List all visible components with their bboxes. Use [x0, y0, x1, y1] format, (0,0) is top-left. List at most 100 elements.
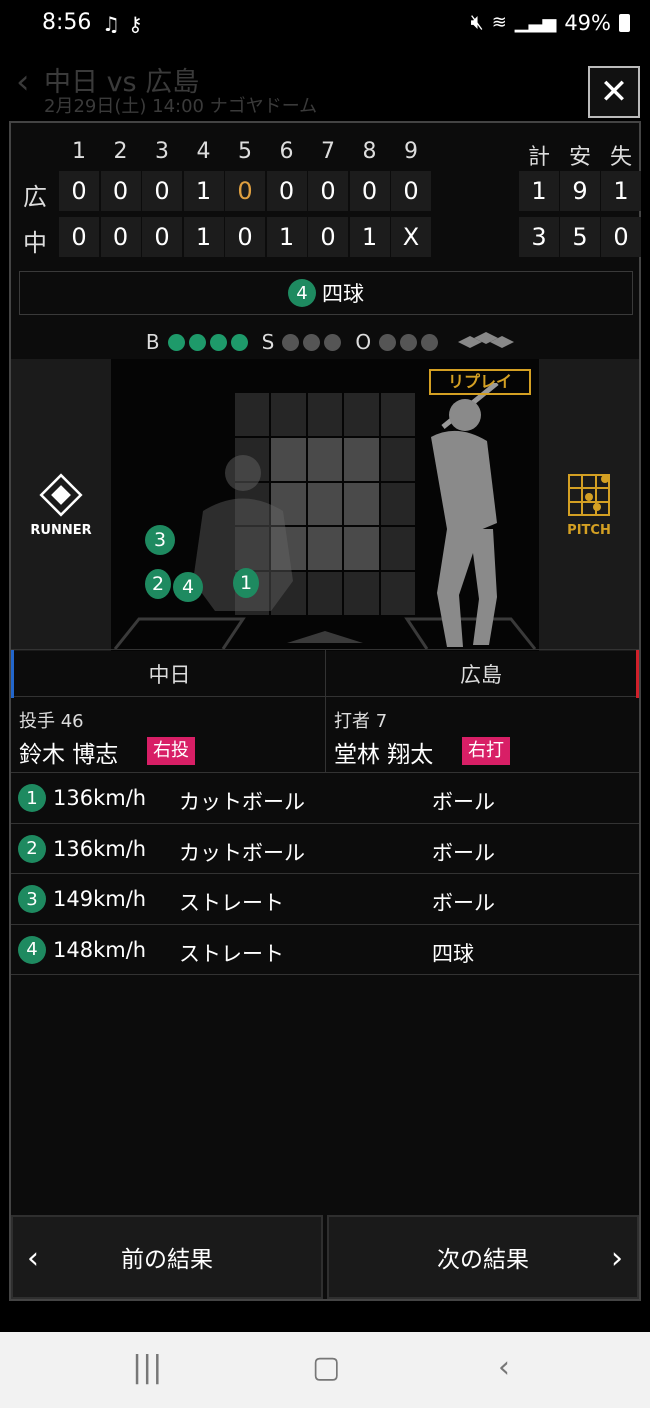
back-icon[interactable]: ‹ [498, 1350, 510, 1385]
count-dot [230, 333, 248, 351]
totals-header: 計 [527, 145, 550, 170]
prev-result-label: 前の結果 [121, 1247, 213, 1273]
pitch-label: PITCH [567, 523, 611, 538]
status-time: 8:56 [42, 10, 92, 35]
key-icon: ⚷ [128, 12, 143, 36]
replay-button[interactable]: リプレイ [429, 369, 531, 395]
pitcher-info: 投手 46 鈴木 博志 右投 [11, 697, 325, 773]
mute-icon: 🔇︎ [470, 10, 484, 34]
zone-cell [380, 482, 415, 526]
matchup: 投手 46 鈴木 博志 右投 打者 7 堂林 翔太 右打 [11, 697, 639, 773]
count-dot [379, 333, 397, 351]
inning-score: 1 [183, 171, 224, 211]
team-abbrev: 広 [23, 183, 47, 211]
inning-header: 3 [155, 139, 169, 164]
total-score: 0 [601, 217, 641, 257]
pitch-result: 四球 [432, 941, 474, 966]
recent-apps-icon[interactable]: ||| [132, 1350, 162, 1385]
inning-score: 0 [349, 171, 390, 211]
pitch-type: カットボール [179, 840, 305, 865]
team-abbrev: 中 [23, 229, 47, 257]
list-item: 2 136km/h カットボール ボール [11, 824, 639, 874]
pitch-grid-icon [568, 474, 610, 516]
next-result-button[interactable]: 次の結果 › [327, 1215, 639, 1299]
scoreboard: 123456789計安失広000100000191中00010101X350 [11, 123, 641, 267]
zone-cell [307, 393, 343, 436]
pitcher-hand-badge: 右投 [147, 737, 195, 765]
zone-cell [271, 393, 306, 436]
zone-cell [344, 393, 379, 436]
pitch-location-marker[interactable]: 3 [145, 525, 175, 555]
count-dot [209, 333, 227, 351]
chevron-left-icon: ‹ [27, 1241, 39, 1276]
batter-role: 打者 7 [334, 711, 388, 732]
pitch-location-marker[interactable]: 2 [145, 569, 171, 599]
pitch-speed: 148km/h [53, 937, 147, 962]
home-team-label: 中日 [11, 650, 325, 698]
pitch-button[interactable]: PITCH [539, 359, 639, 651]
total-score: 1 [519, 171, 559, 211]
pitch-number-badge: 2 [18, 834, 46, 863]
zone-cell [380, 572, 415, 615]
batter-hand-badge: 右打 [462, 737, 510, 765]
totals-header: 安 [568, 145, 591, 170]
count-dot [282, 333, 300, 351]
pitch-list: 1 136km/h カットボール ボール 2 136km/h カットボール ボー… [11, 773, 639, 975]
status-bar: 8:56 ♫ ⚷ 🔇︎ ≋ ▁▃▅ 49% [0, 0, 650, 52]
runner-label: RUNNER [30, 523, 92, 538]
zone-cell [344, 527, 379, 571]
next-result-label: 次の結果 [437, 1247, 529, 1273]
inning-score: 0 [142, 217, 182, 257]
strike-zone-view: RUNNER PITCH リプレイ 1 2 3 4 [11, 359, 639, 651]
batter-silhouette [431, 383, 499, 647]
inning-header: 5 [238, 139, 252, 164]
prev-result-button[interactable]: ‹ 前の結果 [11, 1215, 323, 1299]
inning-score: 0 [225, 217, 265, 257]
inning-header: 1 [72, 139, 86, 164]
count-indicator: BSO [11, 329, 643, 355]
play-result: 4 四球 [19, 271, 633, 315]
inning-header: 9 [404, 139, 418, 164]
zone-cell [235, 393, 270, 436]
list-item: 4 148km/h ストレート 四球 [11, 925, 639, 975]
battery-level: 49% [564, 10, 611, 35]
pitch-result: ボール [432, 840, 495, 865]
count-label: S [261, 330, 275, 354]
zone-cell [380, 393, 415, 436]
count-dot [324, 333, 342, 351]
count-dot [400, 333, 418, 351]
count-label: B [145, 330, 160, 354]
system-navigation-bar: ||| ▢ ‹ [0, 1332, 650, 1408]
zone-cell [307, 482, 343, 526]
pitch-location-marker[interactable]: 1 [233, 568, 259, 598]
close-button[interactable]: ✕ [588, 66, 640, 118]
inning-score: 0 [100, 217, 141, 257]
chevron-right-icon: › [611, 1241, 623, 1276]
inning-score: 0 [100, 171, 141, 211]
inning-score: 1 [266, 217, 307, 257]
pitch-speed: 136km/h [53, 836, 147, 861]
inning-header: 8 [362, 139, 377, 164]
diamond-icon [39, 473, 83, 517]
inning-score: 0 [142, 171, 182, 211]
total-score: 3 [519, 217, 559, 257]
totals-header: 失 [609, 145, 632, 170]
count-label: O [355, 330, 372, 354]
pitcher-role: 投手 46 [19, 711, 84, 732]
batter-name: 堂林 翔太 [334, 742, 434, 768]
runner-button[interactable]: RUNNER [11, 359, 111, 651]
home-icon[interactable]: ▢ [312, 1350, 340, 1385]
pitch-result: ボール [432, 891, 495, 915]
count-dot [188, 333, 206, 351]
inning-score: 0 [225, 171, 265, 211]
pitch-result: ボール [432, 790, 495, 814]
back-chevron-icon[interactable]: ‹ [16, 62, 30, 102]
wifi-icon: ≋ [491, 12, 507, 33]
pitch-location-marker[interactable]: 4 [173, 572, 203, 602]
zone-cell [380, 437, 415, 481]
count-dot [421, 333, 439, 351]
game-subtitle: 2月29日(土) 14:00 ナゴヤドーム [44, 96, 318, 117]
inning-header: 6 [279, 139, 294, 164]
away-team-label: 広島 [325, 650, 639, 698]
result-number-badge: 4 [288, 279, 316, 307]
